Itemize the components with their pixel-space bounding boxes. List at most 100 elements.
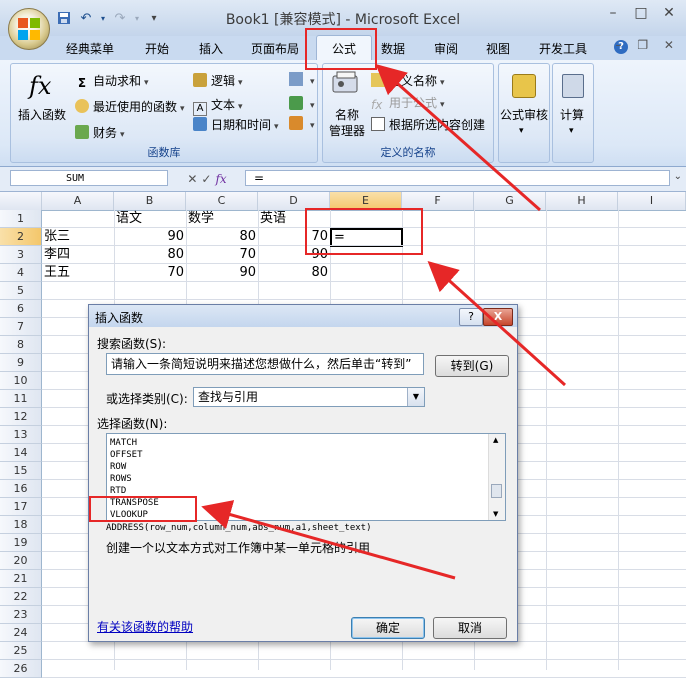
expand-formula-bar-icon[interactable]: ⌄ xyxy=(674,171,682,182)
function-item[interactable]: MATCH xyxy=(110,437,137,449)
math-trig-button[interactable]: ▾ xyxy=(289,96,315,111)
row-header[interactable]: 3 xyxy=(0,246,42,264)
recent-functions-button[interactable]: 最近使用的函数 ▾ xyxy=(75,98,185,115)
cell-a4[interactable]: 王五 xyxy=(44,264,70,282)
minimize-button[interactable]: – xyxy=(602,4,624,22)
close-button[interactable]: ✕ xyxy=(658,4,680,22)
cell-c2[interactable]: 80 xyxy=(186,228,258,246)
row-header[interactable]: 7 xyxy=(0,318,42,336)
cell-b2[interactable]: 90 xyxy=(114,228,186,246)
row-header[interactable]: 25 xyxy=(0,642,42,660)
tab-developer[interactable]: 开发工具 xyxy=(539,40,587,57)
calc-dropdown-icon[interactable]: ▾ xyxy=(569,126,574,136)
text-button[interactable]: A 文本 ▾ xyxy=(193,96,243,116)
financial-button[interactable]: 财务 ▾ xyxy=(75,124,125,141)
scroll-down-icon[interactable]: ▼ xyxy=(493,510,498,518)
function-list-scrollbar[interactable]: ▲ ▼ xyxy=(488,434,505,520)
lookup-reference-button[interactable]: ▾ xyxy=(289,72,315,87)
select-all-corner[interactable] xyxy=(0,192,42,210)
go-button[interactable]: 转到(G) xyxy=(435,355,509,377)
logical-button[interactable]: 逻辑 ▾ xyxy=(193,72,243,89)
office-button[interactable] xyxy=(8,8,50,50)
formula-input[interactable]: = xyxy=(245,170,670,186)
col-header-h[interactable]: H xyxy=(546,192,618,210)
row-header[interactable]: 21 xyxy=(0,570,42,588)
function-item[interactable]: OFFSET xyxy=(110,449,143,461)
ribbon-window-controls[interactable]: – ❐ ✕ xyxy=(616,38,680,52)
col-header-g[interactable]: G xyxy=(474,192,546,210)
calculator-icon[interactable] xyxy=(562,74,584,98)
cell-d4[interactable]: 80 xyxy=(258,264,330,282)
row-header[interactable]: 13 xyxy=(0,426,42,444)
cell-d1[interactable]: 英语 xyxy=(260,210,286,228)
cell-c4[interactable]: 90 xyxy=(186,264,258,282)
more-functions-button[interactable]: ▾ xyxy=(289,116,315,131)
cancel-button[interactable]: 取消 xyxy=(433,617,507,639)
col-header-i[interactable]: I xyxy=(618,192,686,210)
tab-classic-menu[interactable]: 经典菜单 xyxy=(66,40,114,57)
cancel-entry-icon[interactable]: ✕ xyxy=(187,172,197,186)
row-header[interactable]: 26 xyxy=(0,660,42,678)
cell-a2[interactable]: 张三 xyxy=(44,228,70,246)
insert-function-button[interactable]: 插入函数 xyxy=(18,106,66,123)
name-manager-line1[interactable]: 名称 xyxy=(335,106,359,123)
fx-icon[interactable]: fx xyxy=(29,72,51,100)
name-box[interactable]: SUM xyxy=(10,170,168,186)
row-header[interactable]: 4 xyxy=(0,264,42,282)
dialog-title-bar[interactable]: 插入函数 ? X xyxy=(89,305,517,327)
insert-function-fx-icon[interactable]: fx xyxy=(215,172,226,186)
cell-a3[interactable]: 李四 xyxy=(44,246,70,264)
define-name-button[interactable]: 定义名称 ▾ xyxy=(371,72,445,89)
col-header-c[interactable]: C xyxy=(186,192,258,210)
search-function-input[interactable]: 请输入一条简短说明来描述您想做什么，然后单击“转到” xyxy=(106,353,424,375)
function-item[interactable]: ROWS xyxy=(110,473,132,485)
formula-auditing-icon[interactable] xyxy=(512,74,536,98)
audit-dropdown-icon[interactable]: ▾ xyxy=(519,126,524,136)
cell-c1[interactable]: 数学 xyxy=(188,210,214,228)
tab-insert[interactable]: 插入 xyxy=(199,40,223,57)
function-item[interactable]: ROW xyxy=(110,461,126,473)
tab-review[interactable]: 审阅 xyxy=(434,40,458,57)
row-header[interactable]: 11 xyxy=(0,390,42,408)
name-manager-icon[interactable] xyxy=(331,70,361,96)
create-from-selection-button[interactable]: 根据所选内容创建 xyxy=(371,116,485,133)
scroll-thumb[interactable] xyxy=(491,484,502,498)
cell-c3[interactable]: 70 xyxy=(186,246,258,264)
category-select[interactable]: 查找与引用 ▼ xyxy=(193,387,425,407)
col-header-a[interactable]: A xyxy=(42,192,114,210)
datetime-button[interactable]: 日期和时间 ▾ xyxy=(193,116,279,133)
use-in-formula-button[interactable]: fx 用于公式 ▾ xyxy=(371,94,445,112)
calculation-button[interactable]: 计算 xyxy=(560,106,584,123)
row-header[interactable]: 2 xyxy=(0,228,42,246)
row-header[interactable]: 19 xyxy=(0,534,42,552)
dialog-help-button[interactable]: ? xyxy=(459,308,483,326)
cell-b3[interactable]: 80 xyxy=(114,246,186,264)
autosum-button[interactable]: Σ 自动求和 ▾ xyxy=(75,72,149,90)
row-header[interactable]: 24 xyxy=(0,624,42,642)
row-header[interactable]: 6 xyxy=(0,300,42,318)
maximize-button[interactable]: □ xyxy=(630,4,652,22)
row-header[interactable]: 17 xyxy=(0,498,42,516)
formula-auditing-button[interactable]: 公式审核 xyxy=(500,106,548,123)
tab-data[interactable]: 数据 xyxy=(381,40,405,57)
row-header[interactable]: 23 xyxy=(0,606,42,624)
col-header-b[interactable]: B xyxy=(114,192,186,210)
scroll-up-icon[interactable]: ▲ xyxy=(493,436,498,444)
row-header[interactable]: 14 xyxy=(0,444,42,462)
tab-home[interactable]: 开始 xyxy=(145,40,169,57)
name-manager-line2[interactable]: 管理器 xyxy=(329,122,365,139)
row-header[interactable]: 16 xyxy=(0,480,42,498)
row-header[interactable]: 1 xyxy=(0,210,42,228)
row-header[interactable]: 15 xyxy=(0,462,42,480)
ok-button[interactable]: 确定 xyxy=(351,617,425,639)
chevron-down-icon[interactable]: ▼ xyxy=(407,388,424,406)
row-header[interactable]: 9 xyxy=(0,354,42,372)
cell-b4[interactable]: 70 xyxy=(114,264,186,282)
tab-page-layout[interactable]: 页面布局 xyxy=(251,40,299,57)
row-header[interactable]: 18 xyxy=(0,516,42,534)
row-header[interactable]: 22 xyxy=(0,588,42,606)
function-help-link[interactable]: 有关该函数的帮助 xyxy=(97,618,193,635)
row-header[interactable]: 20 xyxy=(0,552,42,570)
row-header[interactable]: 10 xyxy=(0,372,42,390)
row-header[interactable]: 5 xyxy=(0,282,42,300)
